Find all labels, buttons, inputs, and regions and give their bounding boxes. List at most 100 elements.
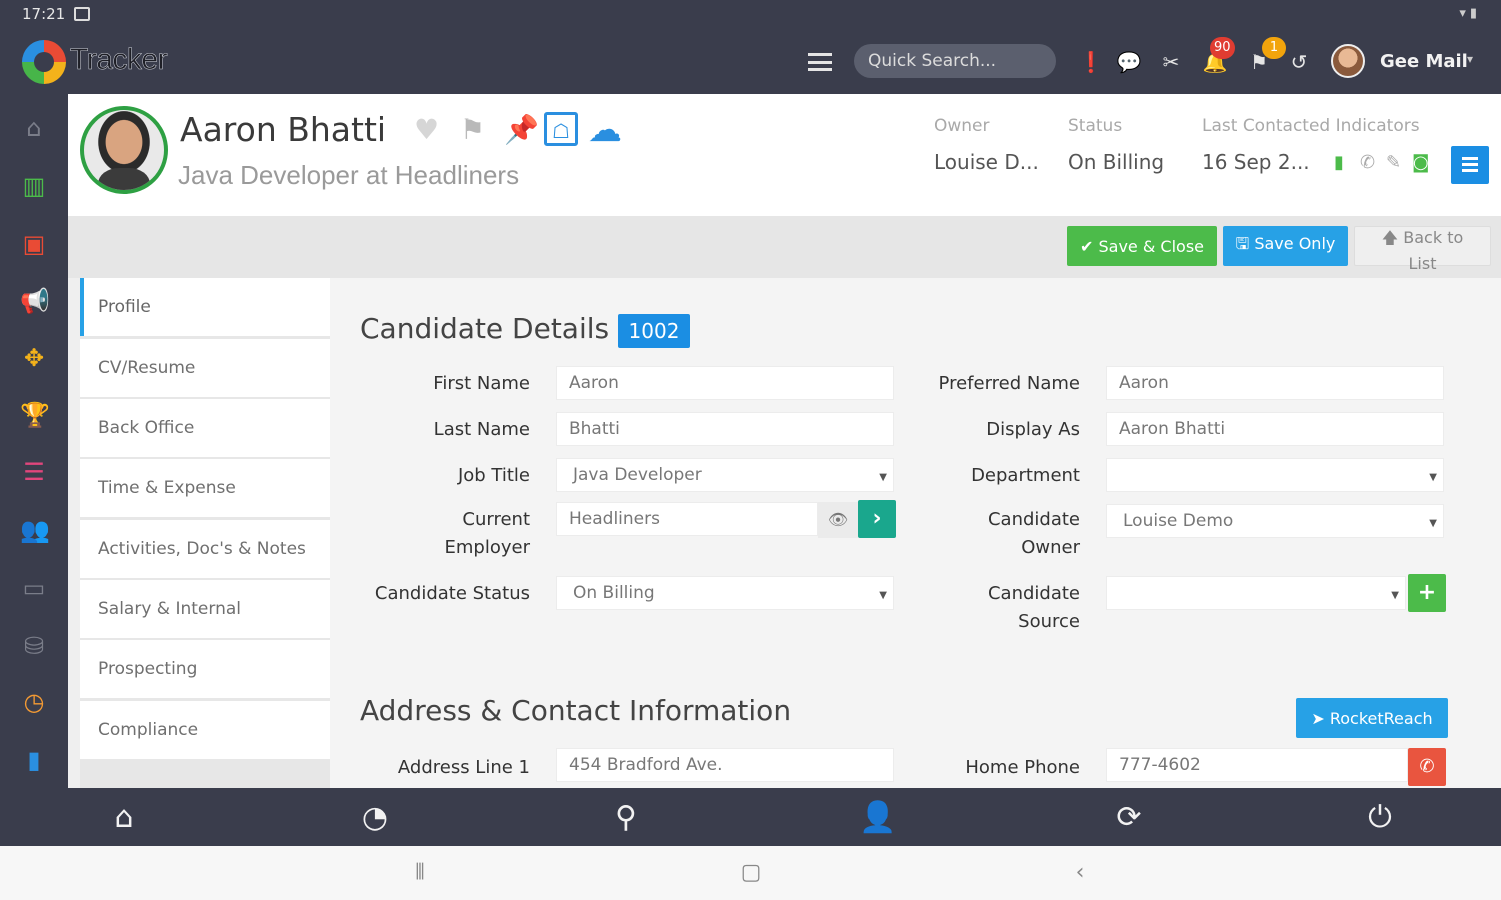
- last-name-field[interactable]: Bhatti: [556, 412, 894, 446]
- tracker-logo-icon[interactable]: [22, 40, 66, 84]
- job-title-value: Java Developer: [573, 465, 702, 485]
- megaphone-icon[interactable]: 📢: [20, 287, 50, 315]
- rocketreach-label: RocketReach: [1329, 708, 1433, 728]
- candidate-photo[interactable]: [80, 106, 168, 194]
- save-only-button[interactable]: 🖫 Save Only: [1223, 226, 1348, 266]
- money-icon[interactable]: ▭: [20, 574, 48, 602]
- home-icon[interactable]: ⌂: [104, 800, 144, 836]
- arrow-up-icon: 🡅: [1381, 228, 1404, 247]
- pin-icon[interactable]: 📌: [504, 114, 539, 146]
- trophy-icon[interactable]: 🏆: [20, 401, 50, 429]
- hamburger-menu-icon[interactable]: [808, 53, 832, 71]
- user-name[interactable]: Gee Mail: [1380, 51, 1468, 72]
- chat-icon[interactable]: 💬: [1116, 50, 1142, 74]
- address-line1-field[interactable]: 454 Bradford Ave.: [556, 748, 894, 782]
- power-icon[interactable]: ⏻: [1360, 800, 1400, 836]
- contact-card-icon[interactable]: ☖: [544, 112, 578, 146]
- chevron-down-icon: ▼: [1391, 590, 1399, 601]
- search-icon[interactable]: ⚲: [606, 800, 646, 836]
- candidate-id-badge: 1002: [618, 314, 690, 348]
- dashboard-icon[interactable]: ◔: [355, 800, 395, 836]
- eye-icon[interactable]: 👁: [818, 502, 858, 538]
- puzzle-icon[interactable]: ✥: [20, 344, 48, 372]
- bottom-app-nav: ⌂ ◔ ⚲ 👤 ⟳ ⏻: [0, 788, 1501, 846]
- candidate-source-select[interactable]: ▼: [1106, 576, 1406, 610]
- rocket-icon: ➤: [1311, 708, 1330, 728]
- chart-icon[interactable]: ▮: [20, 746, 48, 774]
- save-close-button[interactable]: ✔ Save & Close: [1067, 226, 1217, 266]
- home-phone-label: Home Phone: [965, 757, 1080, 778]
- chevron-down-icon: ▼: [1429, 518, 1437, 529]
- action-bar: ✔ Save & Close 🖫 Save Only 🡅 Back to Lis…: [68, 216, 1501, 278]
- building-icon[interactable]: ▥: [20, 172, 48, 200]
- phone-icon[interactable]: ✆: [1360, 152, 1375, 173]
- tab-salary-internal[interactable]: Salary & Internal: [80, 580, 330, 638]
- history-icon[interactable]: ↺: [1286, 50, 1312, 74]
- tab-compliance[interactable]: Compliance: [80, 701, 330, 759]
- quick-search-input[interactable]: [854, 44, 1056, 78]
- clock-icon[interactable]: ◷: [20, 688, 48, 716]
- address-line1-label: Address Line 1: [397, 757, 530, 778]
- rocketreach-button[interactable]: ➤ RocketReach: [1296, 698, 1448, 738]
- refresh-icon[interactable]: ⟳: [1109, 800, 1149, 836]
- record-menu-button[interactable]: [1451, 146, 1489, 184]
- tab-activities-docs-notes[interactable]: Activities, Doc's & Notes: [80, 520, 330, 578]
- candidate-source-label: Candidate: [987, 583, 1080, 604]
- database-icon[interactable]: ⛁: [20, 632, 48, 660]
- users-icon[interactable]: 👥: [20, 516, 50, 544]
- home-icon[interactable]: ⌂: [20, 114, 48, 142]
- user-icon[interactable]: 👤: [858, 800, 898, 836]
- cloud-icon[interactable]: ☁: [588, 113, 622, 147]
- flags-badge: 1: [1262, 37, 1286, 59]
- logo-text: Tracker: [70, 43, 168, 77]
- tab-time-expense[interactable]: Time & Expense: [80, 459, 330, 517]
- back-to-list-button[interactable]: 🡅 Back to List: [1354, 226, 1491, 273]
- gallery-icon: [74, 7, 90, 21]
- tab-back-office[interactable]: Back Office: [80, 399, 330, 457]
- tools-icon[interactable]: ✂: [1158, 50, 1184, 74]
- status-value: On Billing: [1068, 150, 1165, 174]
- status-time: 17:21: [22, 5, 66, 23]
- candidate-source-label-2: Source: [1018, 611, 1080, 632]
- candidate-form: Candidate Details 1002 First Name Aaron …: [330, 278, 1501, 788]
- display-as-label: Display As: [986, 419, 1080, 440]
- last-name-label: Last Name: [433, 419, 530, 440]
- chevron-down-icon: ▼: [1429, 472, 1437, 483]
- flag-icon[interactable]: ⚑: [460, 114, 485, 146]
- chevron-down-icon[interactable]: ▾: [1467, 52, 1473, 66]
- candidate-owner-select[interactable]: Louise Demo ▼: [1106, 504, 1444, 538]
- tab-cv-resume[interactable]: CV/Resume: [80, 339, 330, 397]
- home-button-icon[interactable]: ▢: [736, 860, 766, 886]
- heart-icon[interactable]: ♥: [414, 114, 439, 146]
- first-name-label: First Name: [433, 373, 530, 394]
- document-icon[interactable]: ▮: [1334, 152, 1344, 173]
- department-select[interactable]: ▼: [1106, 458, 1444, 492]
- candidate-details-title: Candidate Details: [360, 312, 610, 345]
- preferred-name-field[interactable]: Aaron: [1106, 366, 1444, 400]
- tab-profile[interactable]: Profile: [80, 278, 330, 336]
- tab-prospecting[interactable]: Prospecting: [80, 640, 330, 698]
- help-icon[interactable]: ❗: [1078, 50, 1104, 74]
- list-icon[interactable]: ☰: [20, 458, 48, 486]
- user-avatar[interactable]: [1331, 44, 1365, 78]
- department-label: Department: [971, 465, 1080, 486]
- first-name-field[interactable]: Aaron: [556, 366, 894, 400]
- candidate-owner-label-2: Owner: [1021, 537, 1080, 558]
- address-contact-title: Address & Contact Information: [360, 694, 792, 727]
- add-source-icon[interactable]: +: [1408, 574, 1446, 612]
- card-icon[interactable]: ▣: [20, 230, 48, 258]
- last-contacted-label: Last Contacted Indicators: [1202, 116, 1420, 136]
- edit-icon[interactable]: ✎: [1386, 152, 1401, 173]
- home-phone-field[interactable]: 777-4602: [1106, 748, 1408, 782]
- preferred-name-label: Preferred Name: [938, 373, 1080, 394]
- candidate-status-select[interactable]: On Billing ▼: [556, 576, 894, 610]
- recent-apps-icon[interactable]: ⦀: [405, 860, 435, 886]
- candidate-status-label: Candidate Status: [374, 583, 530, 604]
- candidate-owner-value: Louise Demo: [1123, 511, 1234, 531]
- job-title-select[interactable]: Java Developer ▼: [556, 458, 894, 492]
- camera-icon[interactable]: ◙: [1412, 152, 1429, 173]
- display-as-field[interactable]: Aaron Bhatti: [1106, 412, 1444, 446]
- call-phone-icon[interactable]: ✆: [1408, 748, 1446, 786]
- current-employer-field[interactable]: Headliners: [556, 502, 818, 536]
- back-icon[interactable]: ‹: [1065, 860, 1095, 886]
